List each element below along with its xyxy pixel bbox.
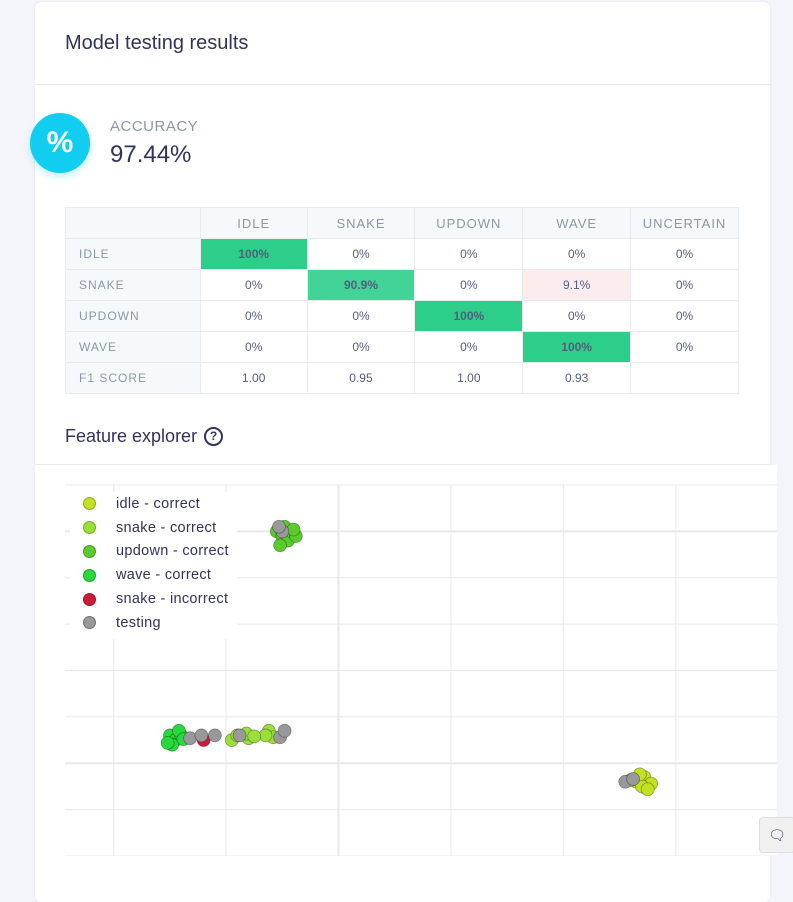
legend-label: wave - correct bbox=[116, 567, 212, 584]
feedback-button[interactable]: 🗨 bbox=[759, 817, 793, 853]
legend-label: testing bbox=[116, 614, 161, 631]
chart-legend: idle - correct snake - correct updown - … bbox=[70, 492, 237, 639]
legend-item[interactable]: testing bbox=[70, 611, 229, 635]
legend-item[interactable]: snake - correct bbox=[70, 516, 229, 540]
legend-dot bbox=[83, 616, 96, 630]
scatter-point[interactable] bbox=[232, 728, 247, 743]
legend-item[interactable]: wave - correct bbox=[70, 563, 229, 587]
legend-dot bbox=[83, 521, 96, 535]
legend-label: snake - incorrect bbox=[116, 591, 229, 608]
scatter-point[interactable] bbox=[183, 731, 198, 746]
scatter-point[interactable] bbox=[272, 519, 286, 534]
feedback-icon: 🗨 bbox=[768, 826, 786, 843]
legend-dot bbox=[83, 568, 96, 582]
legend-item[interactable]: snake - incorrect bbox=[70, 587, 229, 611]
scatter-point[interactable] bbox=[160, 735, 175, 750]
legend-dot bbox=[83, 544, 96, 558]
scatter-point[interactable] bbox=[247, 729, 262, 744]
feature-explorer-scatter[interactable] bbox=[0, 0, 793, 856]
scatter-point[interactable] bbox=[194, 728, 209, 743]
scatter-point[interactable] bbox=[273, 538, 287, 553]
scatter-point[interactable] bbox=[640, 782, 655, 797]
legend-dot bbox=[83, 497, 96, 511]
scatter-point[interactable] bbox=[207, 728, 222, 743]
legend-label: idle - correct bbox=[116, 495, 200, 512]
legend-label: snake - correct bbox=[116, 519, 217, 536]
scatter-point[interactable] bbox=[277, 723, 292, 738]
scatter-point[interactable] bbox=[286, 522, 301, 537]
scatter-point[interactable] bbox=[626, 772, 640, 786]
legend-item[interactable]: idle - correct bbox=[70, 492, 229, 516]
legend-dot bbox=[83, 592, 96, 606]
legend-label: updown - correct bbox=[116, 543, 229, 560]
legend-item[interactable]: updown - correct bbox=[70, 540, 229, 564]
